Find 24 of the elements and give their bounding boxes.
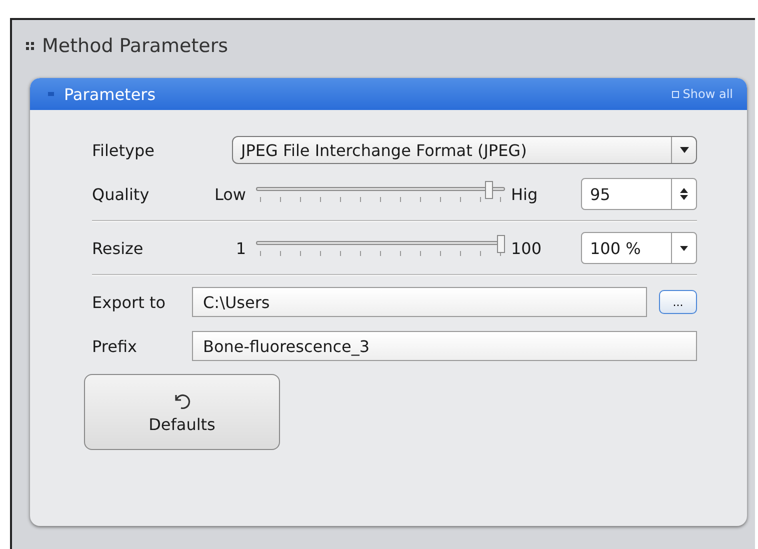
defaults-button[interactable]: Defaults <box>84 374 280 450</box>
slider-thumb[interactable] <box>497 235 505 253</box>
field-label: Prefix <box>92 336 138 356</box>
resize-combobox[interactable]: 100 % <box>581 232 697 264</box>
section-title: Method Parameters <box>42 35 228 57</box>
slider-max-label: 100 <box>510 238 543 258</box>
export-path-field[interactable]: C:\Users <box>192 287 647 317</box>
panel-title: Parameters <box>64 84 157 104</box>
field-label: Resize <box>92 238 144 258</box>
slider-min-label: 1 <box>234 238 247 258</box>
slider-max-label: Hig <box>510 184 539 204</box>
slider-thumb[interactable] <box>484 181 493 199</box>
field-label: Filetype <box>92 140 156 160</box>
slider-min-label: Low <box>213 184 247 204</box>
browse-button[interactable]: ... <box>659 290 697 314</box>
field-label: Quality <box>92 184 150 204</box>
field-label: Export to <box>92 292 167 312</box>
quality-spinbox[interactable]: 95 <box>581 178 697 210</box>
spin-arrows-icon <box>680 188 688 200</box>
dropdown-arrow-icon <box>680 246 688 250</box>
dropdown-arrow-icon <box>680 147 688 153</box>
prefix-field[interactable]: Bone-fluorescence_3 <box>192 331 697 361</box>
filetype-dropdown[interactable]: JPEG File Interchange Format (JPEG) <box>232 136 697 164</box>
grip-icon <box>26 42 34 50</box>
